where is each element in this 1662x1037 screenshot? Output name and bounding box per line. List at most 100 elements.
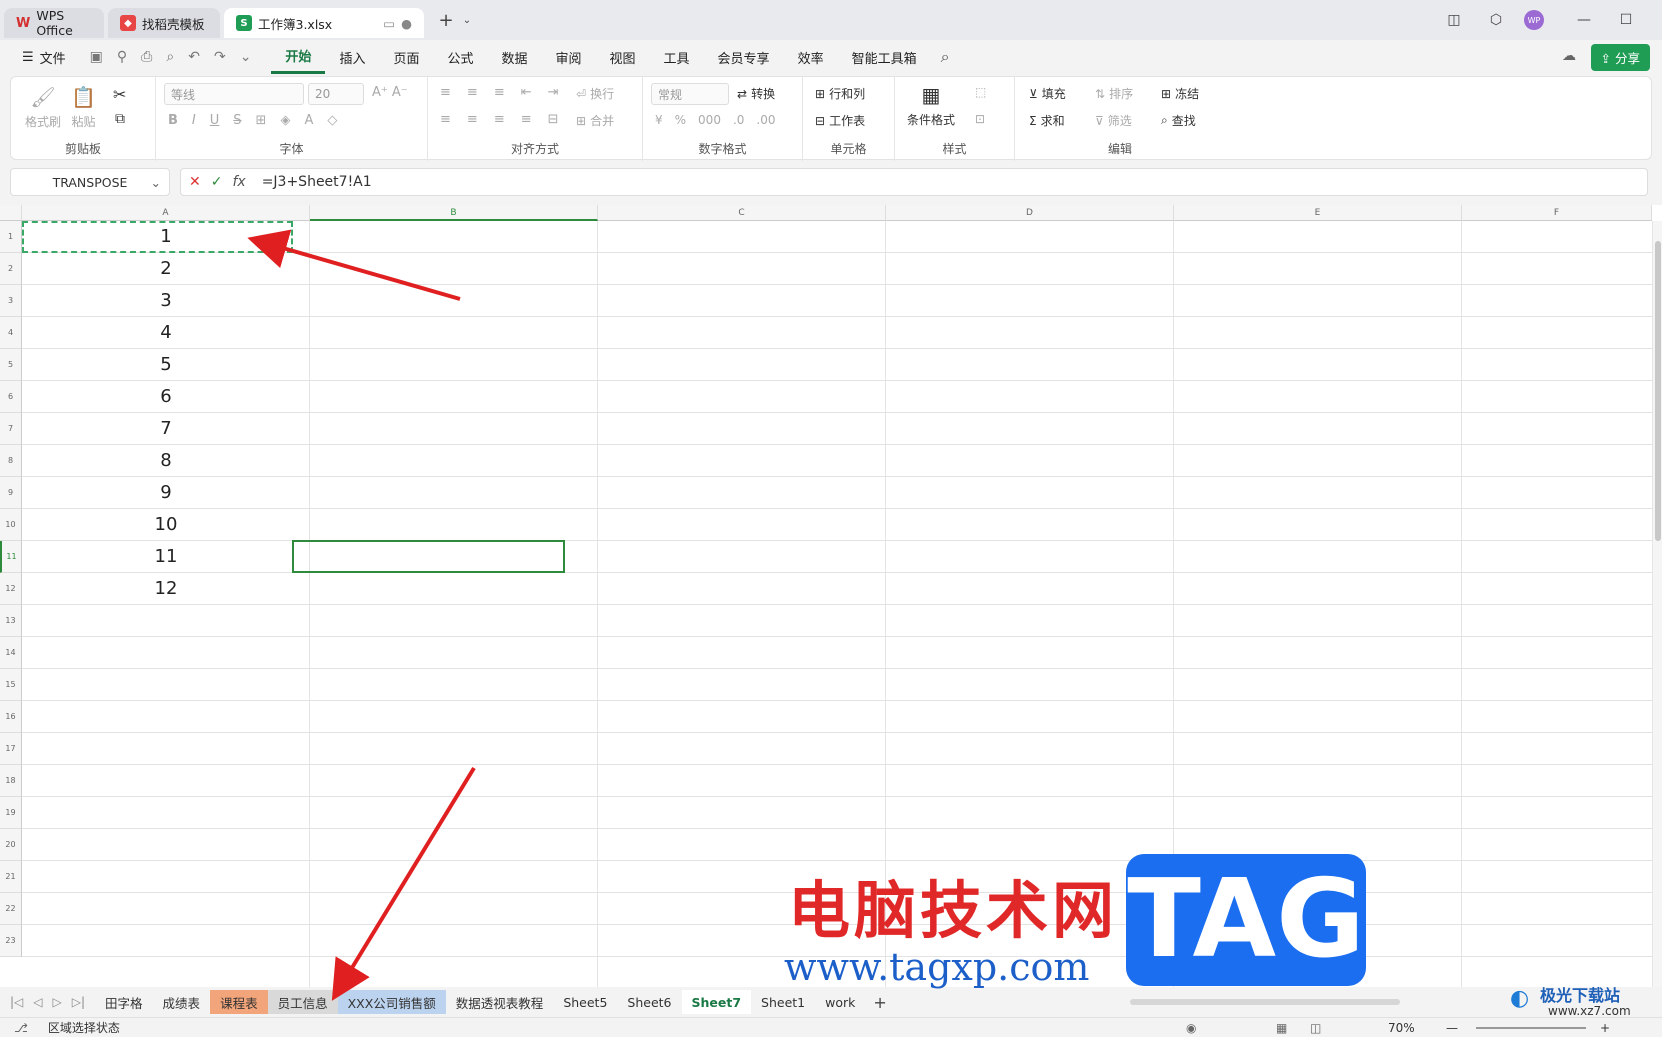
eye-icon[interactable]: ◉ [1186, 1021, 1196, 1035]
layout-icon[interactable]: ◫ [1440, 6, 1468, 34]
share-link-icon[interactable]: ⚲ [117, 49, 127, 65]
find-button[interactable]: ⌕ 查找 [1161, 112, 1196, 129]
first-sheet-icon[interactable]: |◁ [10, 995, 23, 1009]
thousands-icon[interactable]: 000 [698, 113, 721, 127]
cell-A3[interactable]: 3 [22, 285, 310, 317]
font-grow-icon[interactable]: A⁺ A⁻ [372, 85, 408, 100]
cell-A11[interactable]: 11 [22, 541, 310, 573]
sheet-tab-Sheet6[interactable]: Sheet6 [617, 990, 681, 1014]
align-center-icon[interactable]: ≡ [467, 112, 478, 127]
cell-A9[interactable]: 9 [22, 477, 310, 509]
zoom-level[interactable]: 70% [1388, 1021, 1415, 1035]
macro-icon[interactable]: ⎇ [14, 1021, 28, 1035]
redo-icon[interactable]: ↷ [214, 49, 226, 65]
row-header-8[interactable]: 8 [0, 445, 22, 477]
sort-button[interactable]: ⇅ 排序 [1095, 85, 1133, 102]
cell-style-icon[interactable]: ⬚ [975, 85, 986, 99]
menu-view[interactable]: 视图 [596, 40, 650, 74]
align-right-icon[interactable]: ≡ [494, 112, 505, 127]
search-icon[interactable]: ⌕ [941, 47, 950, 67]
cell-A5[interactable]: 5 [22, 349, 310, 381]
zoom-slider[interactable] [1476, 1027, 1586, 1029]
row-header-5[interactable]: 5 [0, 349, 22, 381]
chevron-down-icon[interactable]: ⌄ [460, 6, 474, 34]
row-header-11[interactable]: 11 [0, 541, 22, 573]
number-style-buttons[interactable]: ¥% 000 .0 .00 [655, 113, 776, 127]
align-h-buttons[interactable]: ≡ ≡ ≡ ≡ ⊟ [440, 112, 559, 127]
row-header-19[interactable]: 19 [0, 797, 22, 829]
format-painter-button[interactable]: 🖌 格式刷 [25, 85, 61, 130]
print-icon[interactable]: ⎙ [141, 49, 152, 65]
preview-icon[interactable]: ⌕ [166, 49, 174, 65]
align-top-buttons[interactable]: ≡ ≡ ≡ ⇤ ⇥ [440, 85, 559, 100]
eraser-icon[interactable]: ◇ [327, 113, 337, 128]
decimal-decrease-icon[interactable]: .00 [756, 113, 775, 127]
zoom-out-icon[interactable]: — [1446, 1021, 1458, 1035]
close-icon[interactable]: ✕ [1654, 6, 1662, 34]
row-header-21[interactable]: 21 [0, 861, 22, 893]
row-header-16[interactable]: 16 [0, 701, 22, 733]
border-style-icon[interactable]: ⊡ [975, 112, 985, 126]
percent-icon[interactable]: % [675, 113, 686, 127]
menu-formula[interactable]: 公式 [433, 40, 487, 74]
cell-A6[interactable]: 6 [22, 381, 310, 413]
freeze-button[interactable]: ⊞ 冻结 [1161, 85, 1199, 102]
vertical-scrollbar[interactable] [1652, 221, 1662, 987]
cell-A2[interactable]: 2 [22, 253, 310, 285]
column-header-B[interactable]: B [310, 205, 598, 221]
sheet-tab-田字格[interactable]: 田字格 [95, 990, 153, 1014]
add-sheet-button[interactable]: + [873, 993, 886, 1012]
prev-sheet-icon[interactable]: ◁ [33, 995, 42, 1009]
tab-workbook[interactable]: S 工作簿3.xlsx ▭ ● [224, 8, 424, 38]
row-header-22[interactable]: 22 [0, 893, 22, 925]
align-bottom-icon[interactable]: ≡ [494, 85, 505, 100]
tab-wps-office[interactable]: W WPS Office [4, 8, 104, 38]
horizontal-scrollbar[interactable] [1130, 999, 1400, 1005]
zoom-in-icon[interactable]: + [1600, 1021, 1610, 1035]
row-header-2[interactable]: 2 [0, 253, 22, 285]
active-cell-B11[interactable] [292, 540, 565, 573]
row-header-10[interactable]: 10 [0, 509, 22, 541]
menu-smart-tools[interactable]: 智能工具箱 [838, 40, 931, 74]
copy-button[interactable]: ⧉ [115, 111, 125, 127]
menu-data[interactable]: 数据 [487, 40, 541, 74]
font-color-icon[interactable]: A [304, 113, 313, 128]
decimal-increase-icon[interactable]: .0 [733, 113, 744, 127]
confirm-icon[interactable]: ✓ [211, 174, 223, 190]
border-icon[interactable]: ⊞ [256, 113, 267, 128]
italic-icon[interactable]: I [192, 113, 196, 128]
row-header-6[interactable]: 6 [0, 381, 22, 413]
column-header-A[interactable]: A [22, 205, 310, 221]
column-header-E[interactable]: E [1174, 205, 1462, 221]
select-all-corner[interactable] [0, 205, 22, 221]
fill-color-icon[interactable]: ◈ [280, 113, 290, 128]
row-header-4[interactable]: 4 [0, 317, 22, 349]
last-sheet-icon[interactable]: ▷| [72, 995, 85, 1009]
strikethrough-icon[interactable]: S [233, 113, 241, 128]
conditional-format-button[interactable]: ▦ 条件格式 [907, 83, 955, 128]
cell-A8[interactable]: 8 [22, 445, 310, 477]
maximize-icon[interactable]: ☐ [1612, 6, 1640, 34]
cell-A4[interactable]: 4 [22, 317, 310, 349]
name-box[interactable]: TRANSPOSE ⌄ [10, 168, 170, 196]
font-style-buttons[interactable]: B I U S ⊞ ◈ A ◇ [168, 113, 337, 128]
fx-icon[interactable]: fx [232, 174, 245, 190]
justify-icon[interactable]: ≡ [521, 112, 532, 127]
scrollbar-thumb[interactable] [1655, 241, 1661, 541]
align-middle-icon[interactable]: ≡ [467, 85, 478, 100]
bold-icon[interactable]: B [168, 113, 178, 128]
normal-view-icon[interactable]: ▦ [1276, 1021, 1287, 1035]
row-header-13[interactable]: 13 [0, 605, 22, 637]
sheet-tab-Sheet7[interactable]: Sheet7 [681, 990, 752, 1014]
avatar[interactable]: WP [1524, 10, 1544, 30]
menu-page[interactable]: 页面 [379, 40, 433, 74]
distribute-icon[interactable]: ⊟ [548, 112, 559, 127]
minimize-icon[interactable]: — [1570, 6, 1598, 34]
indent-decrease-icon[interactable]: ⇤ [521, 85, 532, 100]
sheet-tab-Sheet5[interactable]: Sheet5 [553, 990, 617, 1014]
row-header-18[interactable]: 18 [0, 765, 22, 797]
page-view-icon[interactable]: ◫ [1310, 1021, 1321, 1035]
column-header-D[interactable]: D [886, 205, 1174, 221]
paste-button[interactable]: 📋 粘贴 [71, 85, 96, 130]
sheet-tab-work[interactable]: work [815, 990, 865, 1014]
